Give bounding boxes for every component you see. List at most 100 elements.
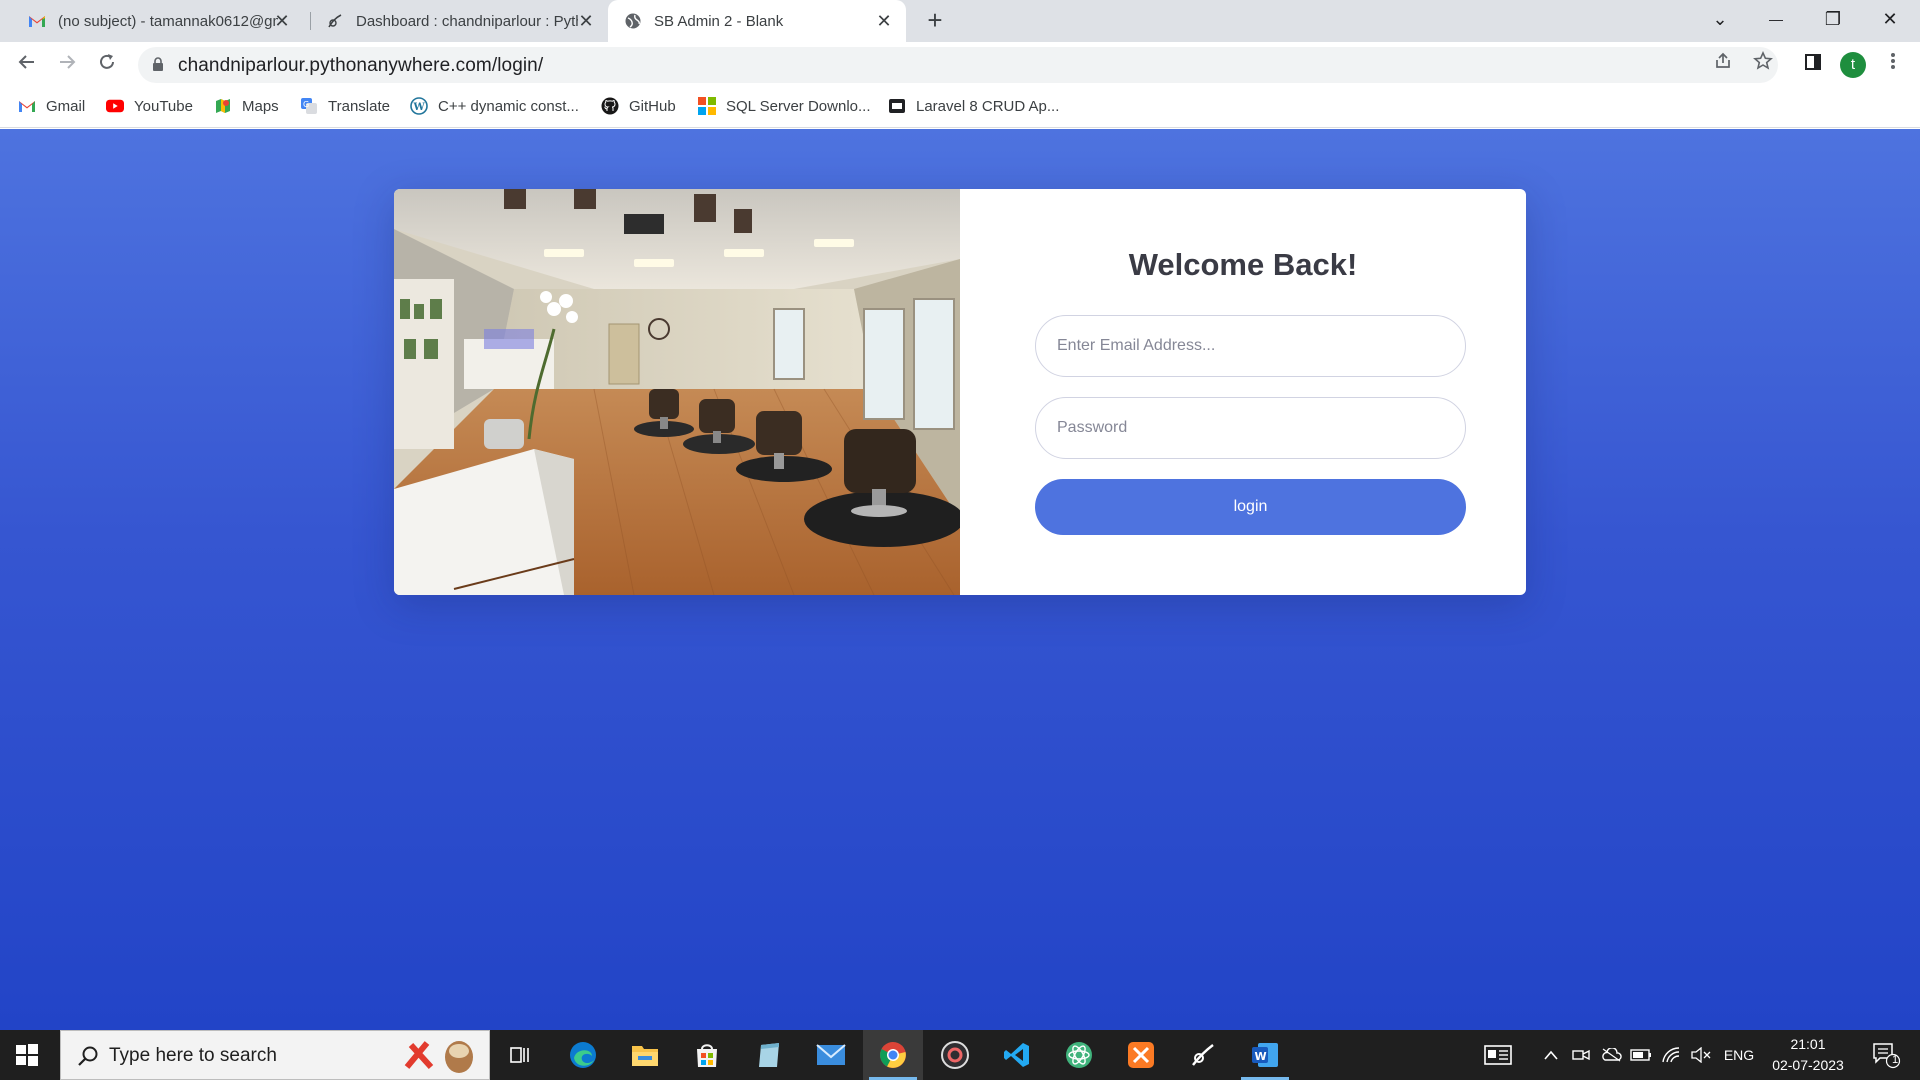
- back-arrow-icon: [18, 55, 34, 69]
- bookmark-laravel-crud[interactable]: Laravel 8 CRUD Ap...: [888, 88, 1059, 124]
- action-center-button[interactable]: 1: [1866, 1030, 1906, 1080]
- file-explorer-icon: [632, 1046, 658, 1066]
- gmail-icon: [28, 12, 46, 30]
- cloud-icon: [1602, 1048, 1622, 1062]
- camera-icon: [1572, 1049, 1590, 1061]
- youtube-icon: [106, 97, 124, 115]
- login-page: Welcome Back! login: [0, 129, 1920, 1030]
- bookmark-github[interactable]: GitHub: [601, 88, 676, 124]
- reload-button[interactable]: [92, 50, 122, 80]
- window-close-button[interactable]: ✕: [1862, 0, 1918, 38]
- forward-button[interactable]: [52, 50, 82, 80]
- language-indicator[interactable]: ENG: [1718, 1030, 1760, 1080]
- bookmark-translate[interactable]: G Translate: [300, 88, 390, 124]
- show-hidden-icons-button[interactable]: [1538, 1030, 1564, 1080]
- obs-icon: [941, 1041, 969, 1069]
- taskbar-notepad[interactable]: [739, 1030, 799, 1080]
- battery-button[interactable]: [1628, 1030, 1654, 1080]
- close-icon[interactable]: ✕: [576, 11, 596, 31]
- microsoft-icon: [698, 97, 716, 115]
- browser-tab-strip: (no subject) - tamannak0612@gm ✕ Dashboa…: [0, 0, 1920, 42]
- bookmark-youtube[interactable]: YouTube: [106, 88, 193, 124]
- search-placeholder: Type here to search: [109, 1045, 277, 1066]
- bookmark-cpp-dynamic[interactable]: W C++ dynamic const...: [410, 88, 579, 124]
- notepad-icon: [759, 1043, 779, 1067]
- bookmark-sql-server[interactable]: SQL Server Downlo...: [698, 88, 871, 124]
- login-card: Welcome Back! login: [394, 189, 1526, 595]
- wordpress-icon: W: [410, 97, 428, 115]
- network-button[interactable]: [1658, 1030, 1684, 1080]
- login-button[interactable]: login: [1035, 479, 1466, 535]
- login-form: Welcome Back! login: [960, 189, 1526, 595]
- new-tab-button[interactable]: +: [922, 7, 948, 34]
- tab-sb-admin-blank[interactable]: SB Admin 2 - Blank ✕: [608, 0, 906, 42]
- taskbar-file-explorer[interactable]: [615, 1030, 675, 1080]
- tab-title: (no subject) - tamannak0612@gm: [58, 12, 278, 30]
- taskbar-edge[interactable]: [553, 1030, 613, 1080]
- globe-icon: [624, 12, 642, 30]
- taskbar-vscode[interactable]: [987, 1030, 1047, 1080]
- forward-arrow-icon: [60, 55, 76, 69]
- lock-icon: [153, 57, 163, 71]
- bookmark-label: YouTube: [134, 97, 193, 115]
- browser-toolbar: chandniparlour.pythonanywhere.com/login/: [0, 42, 1920, 88]
- close-icon[interactable]: ✕: [874, 11, 894, 31]
- minimize-button[interactable]: —: [1748, 0, 1804, 38]
- atom-icon: [1066, 1042, 1092, 1068]
- taskbar-atom[interactable]: [1049, 1030, 1109, 1080]
- profile-avatar[interactable]: t: [1840, 52, 1866, 78]
- share-button[interactable]: [1708, 50, 1738, 80]
- microsoft-store-icon: [697, 1044, 717, 1067]
- pythonanywhere-icon: [1192, 1044, 1214, 1066]
- taskbar-chrome[interactable]: [863, 1030, 923, 1080]
- taskbar-word[interactable]: W: [1235, 1030, 1295, 1080]
- news-icon: [1484, 1045, 1512, 1065]
- mail-icon: [816, 1044, 846, 1065]
- bookmark-star-button[interactable]: [1748, 50, 1778, 80]
- side-panel-icon: [1805, 54, 1821, 70]
- vscode-icon: [1004, 1043, 1029, 1067]
- meet-now-button[interactable]: [1568, 1030, 1594, 1080]
- taskbar-mail[interactable]: [801, 1030, 861, 1080]
- reload-icon: [100, 54, 114, 69]
- bookmark-label: Translate: [328, 97, 390, 115]
- taskbar-pythonanywhere[interactable]: [1173, 1030, 1233, 1080]
- onedrive-button[interactable]: [1598, 1030, 1624, 1080]
- bookmark-maps[interactable]: Maps: [214, 88, 279, 124]
- address-bar[interactable]: chandniparlour.pythonanywhere.com/login/: [138, 47, 1778, 83]
- clock-time: 21:01: [1790, 1036, 1826, 1052]
- bookmark-gmail[interactable]: Gmail: [18, 88, 85, 124]
- password-input[interactable]: [1035, 397, 1466, 459]
- github-icon: [601, 97, 619, 115]
- side-panel-button[interactable]: [1798, 50, 1828, 80]
- taskbar-store[interactable]: [677, 1030, 737, 1080]
- browser-menu-button[interactable]: [1878, 50, 1908, 80]
- close-icon[interactable]: ✕: [272, 11, 292, 31]
- volume-button[interactable]: [1688, 1030, 1714, 1080]
- kebab-menu-icon: [1891, 53, 1895, 69]
- windows-taskbar: Type here to search W ENG 21:01 02-07-20…: [0, 1030, 1920, 1080]
- tab-pythonanywhere-dashboard[interactable]: Dashboard : chandniparlour : Pyth ✕: [312, 0, 608, 42]
- start-button[interactable]: [14, 1042, 40, 1068]
- wifi-icon: [1662, 1047, 1680, 1063]
- taskbar-xampp[interactable]: [1111, 1030, 1171, 1080]
- taskbar-search-box[interactable]: Type here to search: [60, 1030, 490, 1080]
- restore-button[interactable]: ❐: [1805, 0, 1861, 38]
- svg-text:G: G: [303, 100, 309, 109]
- windows-logo-icon: [16, 1044, 38, 1066]
- edge-icon: [570, 1042, 596, 1068]
- tab-search-button[interactable]: ⌄: [1692, 0, 1748, 38]
- back-button[interactable]: [12, 50, 42, 80]
- taskbar-clock[interactable]: 21:01 02-07-2023: [1766, 1034, 1850, 1076]
- email-input[interactable]: [1035, 315, 1466, 377]
- bookmark-label: C++ dynamic const...: [438, 97, 579, 115]
- word-icon: W: [1252, 1043, 1278, 1067]
- tab-gmail[interactable]: (no subject) - tamannak0612@gm ✕: [14, 0, 304, 42]
- share-icon: [1716, 52, 1730, 68]
- task-view-button[interactable]: [490, 1030, 550, 1080]
- taskbar-obs[interactable]: [925, 1030, 985, 1080]
- volume-muted-icon: [1691, 1047, 1711, 1063]
- tab-title: SB Admin 2 - Blank: [654, 12, 784, 30]
- bookmark-label: Laravel 8 CRUD Ap...: [916, 97, 1060, 115]
- news-widget-button[interactable]: [1478, 1030, 1518, 1080]
